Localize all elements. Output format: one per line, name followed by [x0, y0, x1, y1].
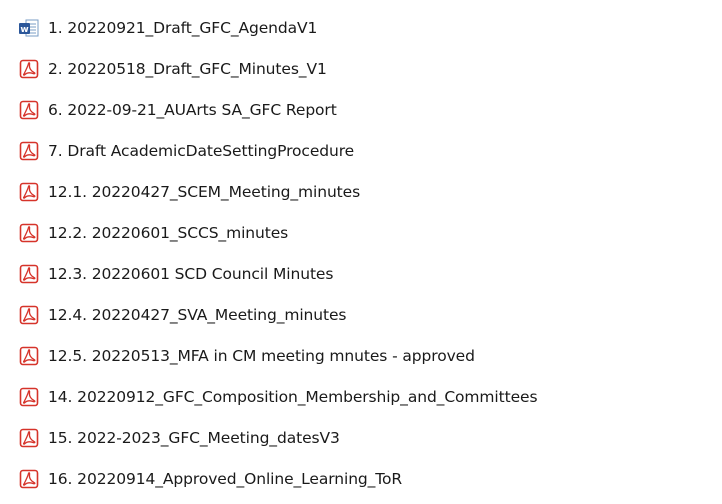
file-name: 12.3. 20220601 SCD Council Minutes	[48, 264, 334, 283]
svg-text:w: w	[20, 25, 28, 35]
file-row-composition[interactable]: 14. 20220912_GFC_Composition_Membership_…	[18, 376, 722, 417]
file-name: 2. 20220518_Draft_GFC_Minutes_V1	[48, 59, 327, 78]
file-name: 7. Draft AcademicDateSettingProcedure	[48, 141, 355, 160]
file-row-agenda[interactable]: w 1. 20220921_Draft_GFC_AgendaV1	[18, 7, 722, 48]
pdf-icon	[18, 222, 40, 244]
file-row-mfa[interactable]: 12.5. 20220513_MFA in CM meeting mnutes …	[18, 335, 722, 376]
file-row-minutes[interactable]: 2. 20220518_Draft_GFC_Minutes_V1	[18, 48, 722, 89]
file-row-sva[interactable]: 12.4. 20220427_SVA_Meeting_minutes	[18, 294, 722, 335]
word-doc-icon: w	[18, 17, 40, 39]
file-name: 14. 20220912_GFC_Composition_Membership_…	[48, 387, 538, 406]
pdf-icon	[18, 345, 40, 367]
file-name: 16. 20220914_Approved_Online_Learning_To…	[48, 469, 403, 488]
file-name: 12.5. 20220513_MFA in CM meeting mnutes …	[48, 346, 475, 365]
file-row-meeting-dates[interactable]: 15. 2022-2023_GFC_Meeting_datesV3	[18, 417, 722, 458]
pdf-icon	[18, 386, 40, 408]
pdf-icon	[18, 263, 40, 285]
file-name: 12.2. 20220601_SCCS_minutes	[48, 223, 289, 242]
pdf-icon	[18, 304, 40, 326]
pdf-icon	[18, 181, 40, 203]
file-name: 1. 20220921_Draft_GFC_AgendaV1	[48, 18, 318, 37]
file-row-procedure[interactable]: 7. Draft AcademicDateSettingProcedure	[18, 130, 722, 171]
file-name: 12.1. 20220427_SCEM_Meeting_minutes	[48, 182, 361, 201]
file-row-online-learning[interactable]: 16. 20220914_Approved_Online_Learning_To…	[18, 458, 722, 499]
file-list: w 1. 20220921_Draft_GFC_AgendaV1 2. 2022…	[0, 0, 722, 499]
file-row-scd[interactable]: 12.3. 20220601 SCD Council Minutes	[18, 253, 722, 294]
file-name: 12.4. 20220427_SVA_Meeting_minutes	[48, 305, 347, 324]
pdf-icon	[18, 58, 40, 80]
pdf-icon	[18, 427, 40, 449]
file-row-scem[interactable]: 12.1. 20220427_SCEM_Meeting_minutes	[18, 171, 722, 212]
file-row-sccs[interactable]: 12.2. 20220601_SCCS_minutes	[18, 212, 722, 253]
file-name: 6. 2022-09-21_AUArts SA_GFC Report	[48, 100, 337, 119]
pdf-icon	[18, 468, 40, 490]
pdf-icon	[18, 99, 40, 121]
file-row-report[interactable]: 6. 2022-09-21_AUArts SA_GFC Report	[18, 89, 722, 130]
file-name: 15. 2022-2023_GFC_Meeting_datesV3	[48, 428, 340, 447]
pdf-icon	[18, 140, 40, 162]
